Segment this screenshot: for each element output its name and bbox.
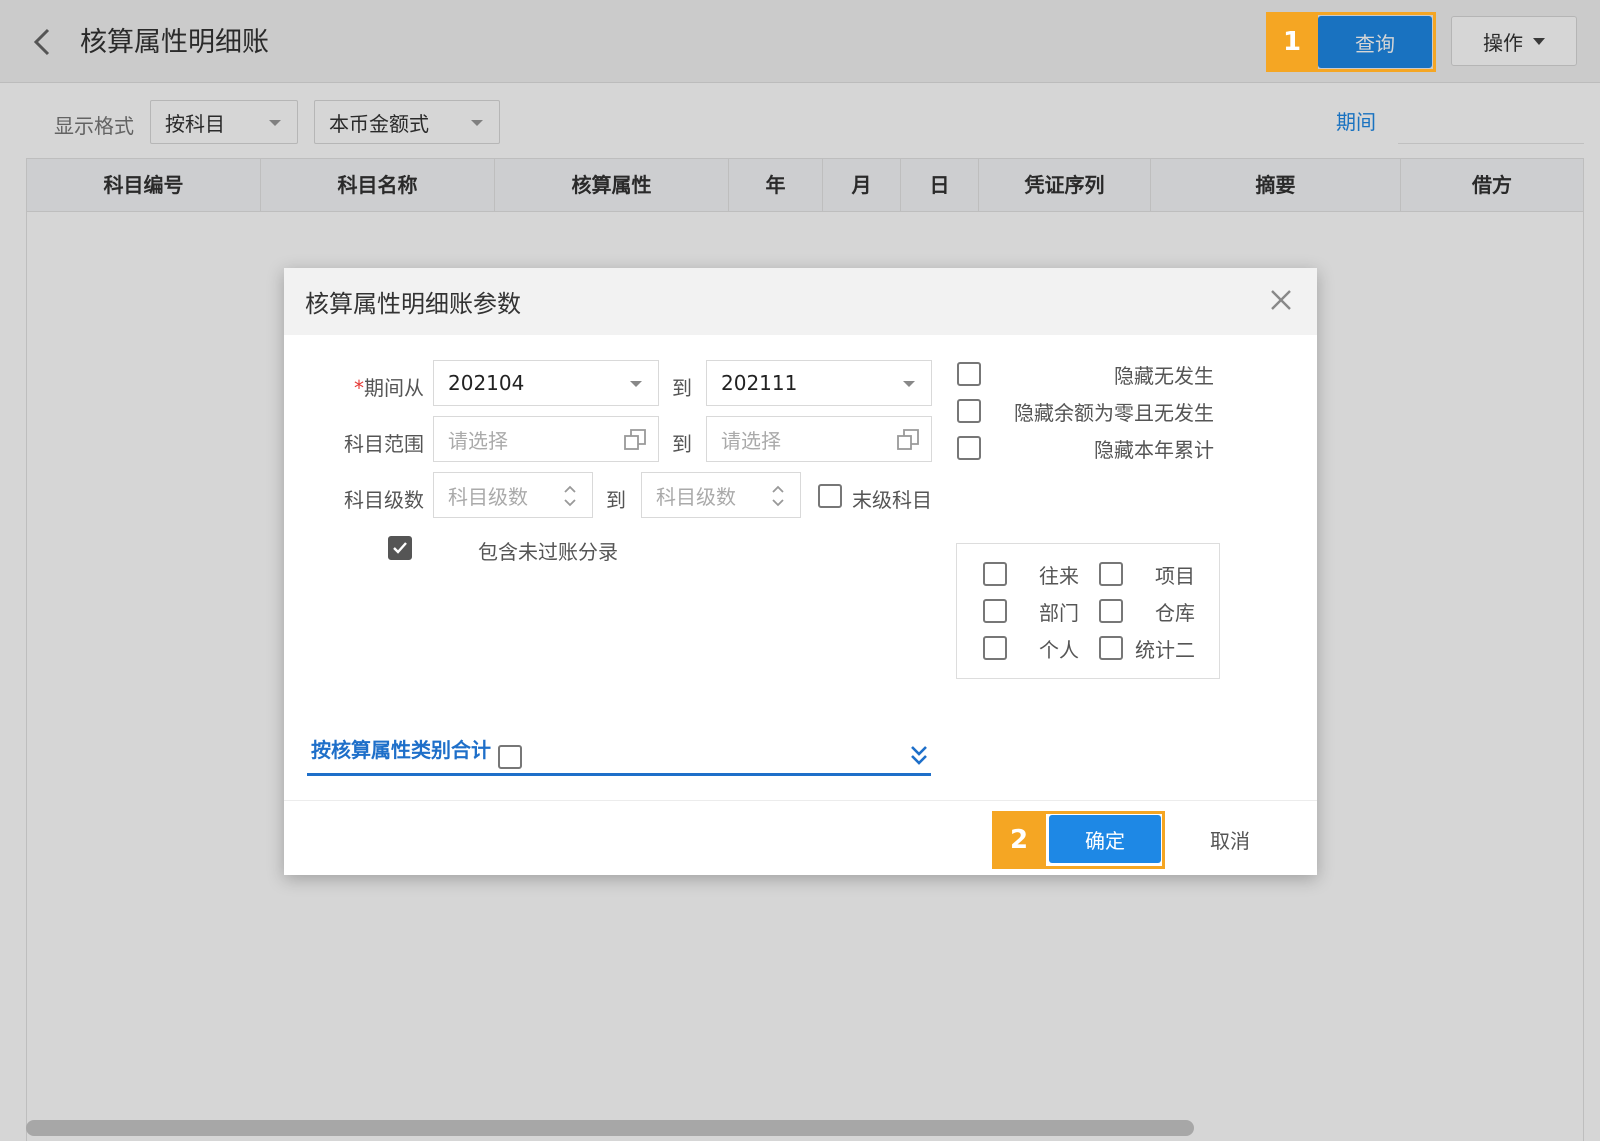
period-from-select[interactable]: 202104 <box>433 360 659 406</box>
attribute-label: 仓库 <box>1155 601 1195 625</box>
required-mark: * <box>354 376 364 400</box>
dialog-title: 核算属性明细账参数 <box>305 290 521 318</box>
attribute-label: 个人 <box>1039 638 1079 662</box>
subject-level-from-stepper[interactable]: 科目级数 <box>433 472 593 518</box>
to-label: 到 <box>606 488 626 512</box>
attribute-label: 往来 <box>1039 564 1079 588</box>
caret-down-icon <box>903 381 915 387</box>
ledger-params-dialog: 核算属性明细账参数 *期间从 202104 到 202111 科目范围 请选择 … <box>284 268 1317 875</box>
hide-no-activity-label: 隐藏无发生 <box>1114 364 1214 388</box>
browse-icon[interactable] <box>622 427 648 453</box>
include-unposted-label: 包含未过账分录 <box>478 540 618 564</box>
subject-level-from-placeholder: 科目级数 <box>448 484 528 509</box>
section-underline <box>307 773 931 776</box>
attribute-checkbox-wanglai[interactable] <box>983 562 1007 586</box>
subject-level-to-placeholder: 科目级数 <box>656 484 736 509</box>
dialog-footer-divider <box>284 800 1317 801</box>
stepper-arrows-icon[interactable] <box>772 483 784 509</box>
period-from-label: *期间从 <box>354 376 424 400</box>
subject-range-to-placeholder: 请选择 <box>721 428 781 453</box>
close-icon[interactable] <box>1267 286 1295 314</box>
leaf-only-checkbox[interactable] <box>818 484 842 508</box>
attribute-label: 项目 <box>1155 564 1195 588</box>
attribute-label: 统计二 <box>1135 638 1195 662</box>
check-icon <box>393 542 407 554</box>
callout-1-badge: 1 <box>1266 12 1318 72</box>
subject-level-to-stepper[interactable]: 科目级数 <box>641 472 801 518</box>
attribute-options-box: 往来 项目 部门 仓库 个人 统计二 <box>956 543 1220 679</box>
caret-down-icon <box>630 381 642 387</box>
sum-by-category-label: 按核算属性类别合计 <box>311 738 491 762</box>
hide-zero-balance-label: 隐藏余额为零且无发生 <box>1014 401 1214 425</box>
period-to-select[interactable]: 202111 <box>706 360 932 406</box>
callout-2-badge: 2 <box>992 811 1046 869</box>
period-from-value: 202104 <box>448 371 525 395</box>
subject-range-to-input[interactable]: 请选择 <box>706 416 932 462</box>
page: 核算属性明细账 查询 操作 显示格式 按科目 本币金额式 期间 科目编号 科目名… <box>0 0 1600 1141</box>
to-label: 到 <box>672 432 692 456</box>
period-to-value: 202111 <box>721 371 798 395</box>
attribute-checkbox-cangku[interactable] <box>1099 599 1123 623</box>
hide-ytd-label: 隐藏本年累计 <box>1094 438 1214 462</box>
leaf-only-label: 末级科目 <box>852 488 932 512</box>
attribute-checkbox-xiangmu[interactable] <box>1099 562 1123 586</box>
attribute-checkbox-geren[interactable] <box>983 636 1007 660</box>
sum-by-category-checkbox[interactable] <box>498 745 522 769</box>
stepper-arrows-icon[interactable] <box>564 483 576 509</box>
subject-range-label: 科目范围 <box>344 432 424 456</box>
to-label: 到 <box>672 376 692 400</box>
double-chevron-down-icon[interactable] <box>910 744 928 766</box>
subject-range-from-placeholder: 请选择 <box>448 428 508 453</box>
subject-level-label: 科目级数 <box>344 488 424 512</box>
dialog-header: 核算属性明细账参数 <box>284 268 1317 335</box>
attribute-checkbox-bumen[interactable] <box>983 599 1007 623</box>
attribute-checkbox-tongji2[interactable] <box>1099 636 1123 660</box>
include-unposted-checkbox[interactable] <box>388 536 412 560</box>
attribute-label: 部门 <box>1039 601 1079 625</box>
browse-icon[interactable] <box>895 427 921 453</box>
subject-range-from-input[interactable]: 请选择 <box>433 416 659 462</box>
cancel-button[interactable]: 取消 <box>1190 815 1270 863</box>
